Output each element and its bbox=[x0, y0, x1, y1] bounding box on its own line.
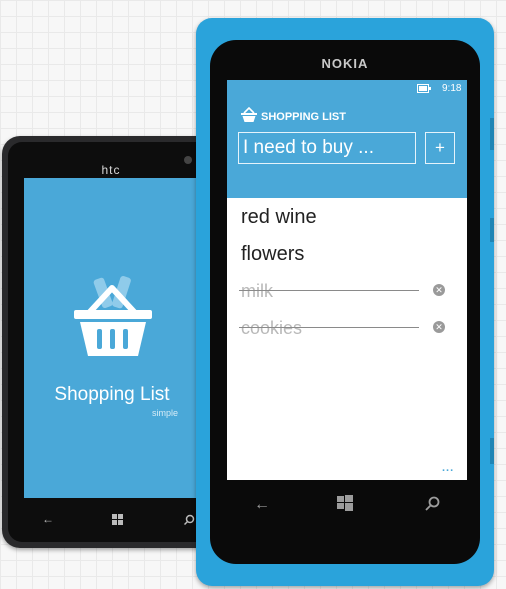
htc-phone: htc Shopping List simple ← bbox=[2, 136, 220, 548]
htc-splash-screen bbox=[24, 178, 200, 498]
item-input[interactable]: I need to buy ... bbox=[238, 132, 416, 164]
status-time: 9:18 bbox=[442, 83, 462, 94]
list-item[interactable]: red wine bbox=[241, 206, 317, 229]
more-options-button[interactable]: ... bbox=[442, 462, 454, 474]
basket-icon bbox=[74, 276, 152, 356]
list-item[interactable]: flowers bbox=[241, 243, 304, 266]
nokia-brand-logo: NOKIA bbox=[321, 56, 369, 71]
app-header: 9:18 SHOPPING LIST I need to buy ... + bbox=[227, 80, 467, 198]
search-icon[interactable] bbox=[425, 496, 440, 511]
power-button bbox=[490, 218, 494, 242]
htc-brand-logo: htc bbox=[101, 163, 121, 177]
list-item-done[interactable]: cookies bbox=[241, 318, 302, 339]
windows-start-icon[interactable] bbox=[112, 514, 123, 525]
search-icon[interactable] bbox=[184, 514, 195, 525]
back-icon[interactable]: ← bbox=[254, 496, 270, 514]
htc-camera bbox=[184, 156, 192, 164]
splash-subtitle: simple bbox=[151, 408, 178, 418]
delete-icon[interactable]: ✕ bbox=[433, 284, 445, 296]
list-item-done[interactable]: milk bbox=[241, 281, 273, 302]
add-item-button[interactable]: + bbox=[425, 132, 455, 164]
camera-button bbox=[490, 438, 494, 464]
splash-title: Shopping List bbox=[54, 384, 170, 405]
back-icon[interactable]: ← bbox=[42, 512, 54, 526]
strikethrough-line bbox=[239, 290, 419, 291]
volume-button bbox=[490, 118, 494, 150]
strikethrough-line bbox=[239, 327, 419, 328]
battery-icon bbox=[417, 84, 431, 93]
app-screen: 9:18 SHOPPING LIST I need to buy ... + r… bbox=[227, 80, 467, 480]
delete-icon[interactable]: ✕ bbox=[433, 321, 445, 333]
basket-icon bbox=[241, 107, 257, 122]
app-title: SHOPPING LIST bbox=[261, 111, 346, 123]
nokia-phone: NOKIA 9:18 SHOPPING LIST I need to buy .… bbox=[196, 18, 494, 586]
windows-start-icon[interactable] bbox=[337, 495, 353, 511]
